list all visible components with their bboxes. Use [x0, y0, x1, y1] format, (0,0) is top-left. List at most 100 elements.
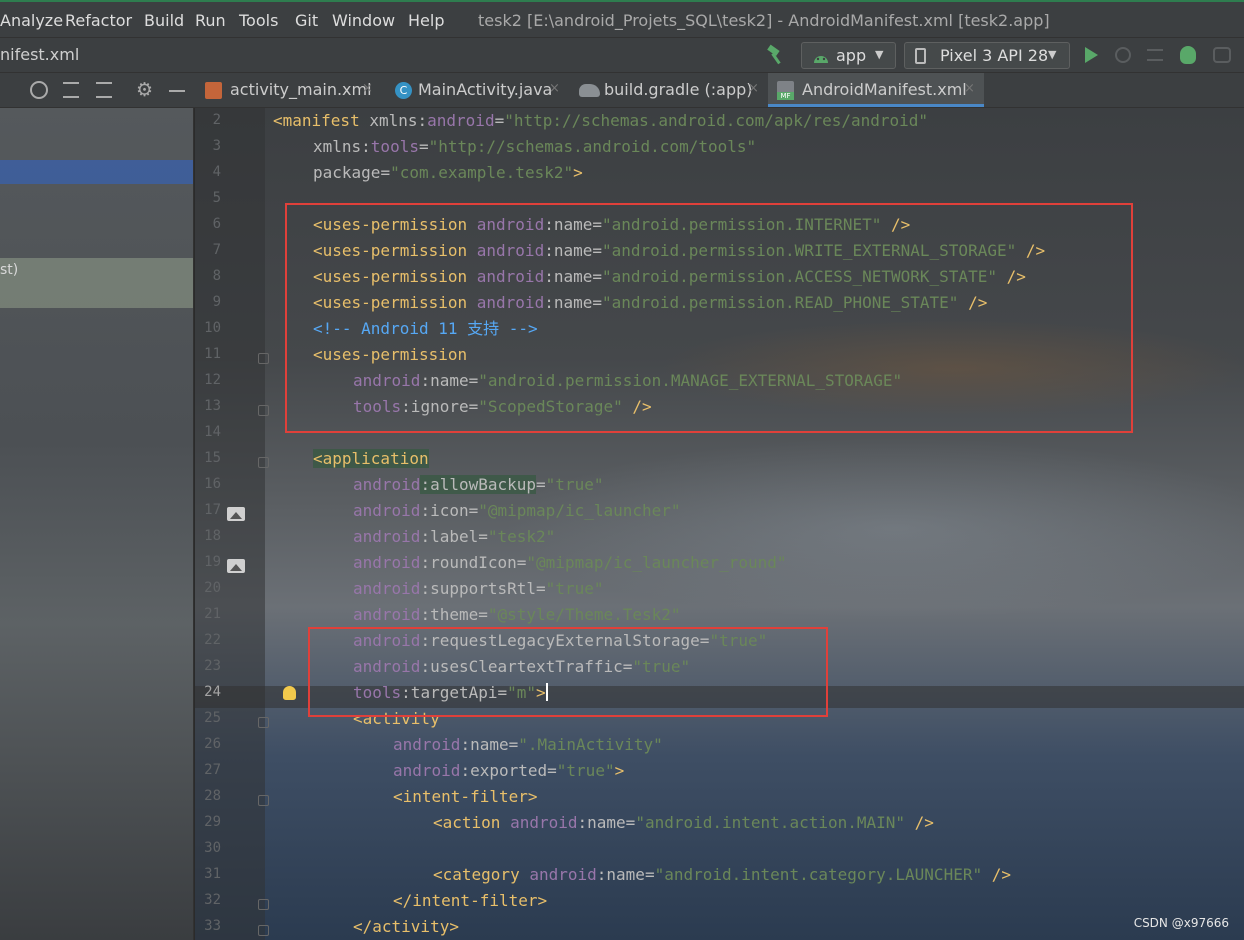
tab-build-gradle[interactable]: build.gradle (:app) × [573, 73, 768, 107]
expand-icon[interactable] [63, 82, 79, 98]
code-line: </activity> [353, 917, 459, 936]
java-class-icon: C [395, 82, 412, 99]
code-line: <intent-filter> [393, 787, 538, 806]
debug-icon[interactable] [1180, 46, 1196, 64]
code-line: android:label="tesk2" [353, 527, 556, 546]
code-line: package="com.example.tesk2"> [313, 163, 583, 182]
xml-file-icon [205, 82, 222, 99]
tab-main-activity[interactable]: C MainActivity.java × [387, 73, 567, 107]
image-icon[interactable] [227, 507, 245, 521]
menu-build[interactable]: Build [144, 11, 184, 30]
line-number: 15 [204, 450, 221, 466]
line-number: 22 [204, 632, 221, 648]
line-number: 28 [204, 788, 221, 804]
run-icon[interactable] [1085, 47, 1098, 63]
code-line: android:exported="true"> [393, 761, 625, 780]
profile-icon[interactable] [1213, 47, 1231, 63]
line-number: 8 [212, 268, 221, 284]
code-line: android:name=".MainActivity" [393, 735, 663, 754]
close-icon[interactable]: × [362, 81, 373, 96]
device-icon [915, 48, 926, 64]
coverage-icon[interactable] [1147, 49, 1163, 61]
close-icon[interactable]: × [748, 81, 759, 96]
menu-refactor[interactable]: Refactor [65, 11, 132, 30]
tab-android-manifest[interactable]: MF AndroidManifest.xml × [768, 73, 984, 107]
line-number: 19 [204, 554, 221, 570]
collapse-icon[interactable] [96, 82, 112, 98]
menu-window[interactable]: Window [332, 11, 395, 30]
chevron-down-icon: ▼ [875, 48, 884, 61]
menu-help[interactable]: Help [408, 11, 444, 30]
device-select[interactable]: Pixel 3 API 28 ▼ [904, 42, 1070, 69]
line-number: 26 [204, 736, 221, 752]
locate-icon[interactable] [30, 81, 48, 99]
line-number: 12 [204, 372, 221, 388]
menu-git[interactable]: Git [295, 11, 318, 30]
line-number: 6 [212, 216, 221, 232]
tree-item-label: st) [0, 262, 19, 278]
menu-tools[interactable]: Tools [239, 11, 278, 30]
line-number: 30 [204, 840, 221, 856]
menu-analyze[interactable]: Analyze [0, 11, 63, 30]
line-number: 32 [204, 892, 221, 908]
rerun-icon[interactable] [1115, 47, 1131, 63]
navigation-bar: nifest.xml app ▼ Pixel 3 API 28 ▼ [0, 37, 1244, 73]
line-number: 23 [204, 658, 221, 674]
build-hammer-icon[interactable] [765, 44, 787, 66]
line-number: 3 [212, 138, 221, 154]
hide-icon[interactable] [169, 90, 185, 92]
tab-label: MainActivity.java [418, 80, 553, 99]
line-number: 11 [204, 346, 221, 362]
line-number: 16 [204, 476, 221, 492]
code-line: android:theme="@style/Theme.Tesk2" [353, 605, 681, 624]
menu-run[interactable]: Run [195, 11, 226, 30]
highlight-box-permissions [285, 203, 1133, 433]
fold-marker[interactable] [258, 457, 269, 468]
code-line: android:allowBackup="true" [353, 475, 604, 494]
gradle-icon [579, 84, 600, 97]
fold-marker[interactable] [258, 717, 269, 728]
editor-tab-row: ⚙ activity_main.xml × C MainActivity.jav… [0, 73, 1244, 108]
line-number: 27 [204, 762, 221, 778]
tab-activity-main[interactable]: activity_main.xml × [198, 73, 381, 107]
fold-marker[interactable] [258, 899, 269, 910]
line-number: 2 [212, 112, 221, 128]
line-number: 29 [204, 814, 221, 830]
window-title: tesk2 [E:\android_Projets_SQL\tesk2] - A… [478, 11, 1050, 30]
tab-label: AndroidManifest.xml [802, 80, 967, 99]
code-line: xmlns:tools="http://schemas.android.com/… [313, 137, 757, 156]
run-config-select[interactable]: app ▼ [801, 42, 896, 69]
line-number: 33 [204, 918, 221, 934]
line-number: 24 [204, 684, 221, 700]
line-number: 10 [204, 320, 221, 336]
tree-row[interactable] [0, 258, 193, 308]
image-icon[interactable] [227, 559, 245, 573]
code-line: </intent-filter> [393, 891, 548, 910]
manifest-icon: MF [777, 81, 794, 100]
code-line: android:supportsRtl="true" [353, 579, 604, 598]
line-number: 9 [212, 294, 221, 310]
chevron-down-icon: ▼ [1048, 48, 1057, 61]
breadcrumb-file[interactable]: nifest.xml [0, 45, 79, 64]
bulb-icon[interactable] [283, 686, 296, 700]
fold-marker[interactable] [258, 925, 269, 936]
fold-marker[interactable] [258, 353, 269, 364]
project-tool-window: st) [0, 108, 194, 940]
code-line: <manifest xmlns:android="http://schemas.… [273, 111, 929, 130]
line-number: 18 [204, 528, 221, 544]
gear-icon[interactable]: ⚙ [136, 79, 153, 101]
line-number: 17 [204, 502, 221, 518]
line-number: 20 [204, 580, 221, 596]
highlight-box-application-attrs [308, 627, 828, 717]
code-editor[interactable]: 2 3 4 5 6 7 8 9 10 11 12 13 14 15 16 17 … [195, 108, 1244, 940]
line-number: 31 [204, 866, 221, 882]
close-icon[interactable]: × [549, 81, 560, 96]
close-icon[interactable]: × [964, 81, 975, 96]
line-number: 21 [204, 606, 221, 622]
selected-tree-row[interactable] [0, 160, 193, 184]
line-number: 25 [204, 710, 221, 726]
fold-marker[interactable] [258, 795, 269, 806]
line-number: 7 [212, 242, 221, 258]
menu-bar: Analyze Refactor Build Run Tools Git Win… [0, 0, 1244, 37]
fold-marker[interactable] [258, 405, 269, 416]
